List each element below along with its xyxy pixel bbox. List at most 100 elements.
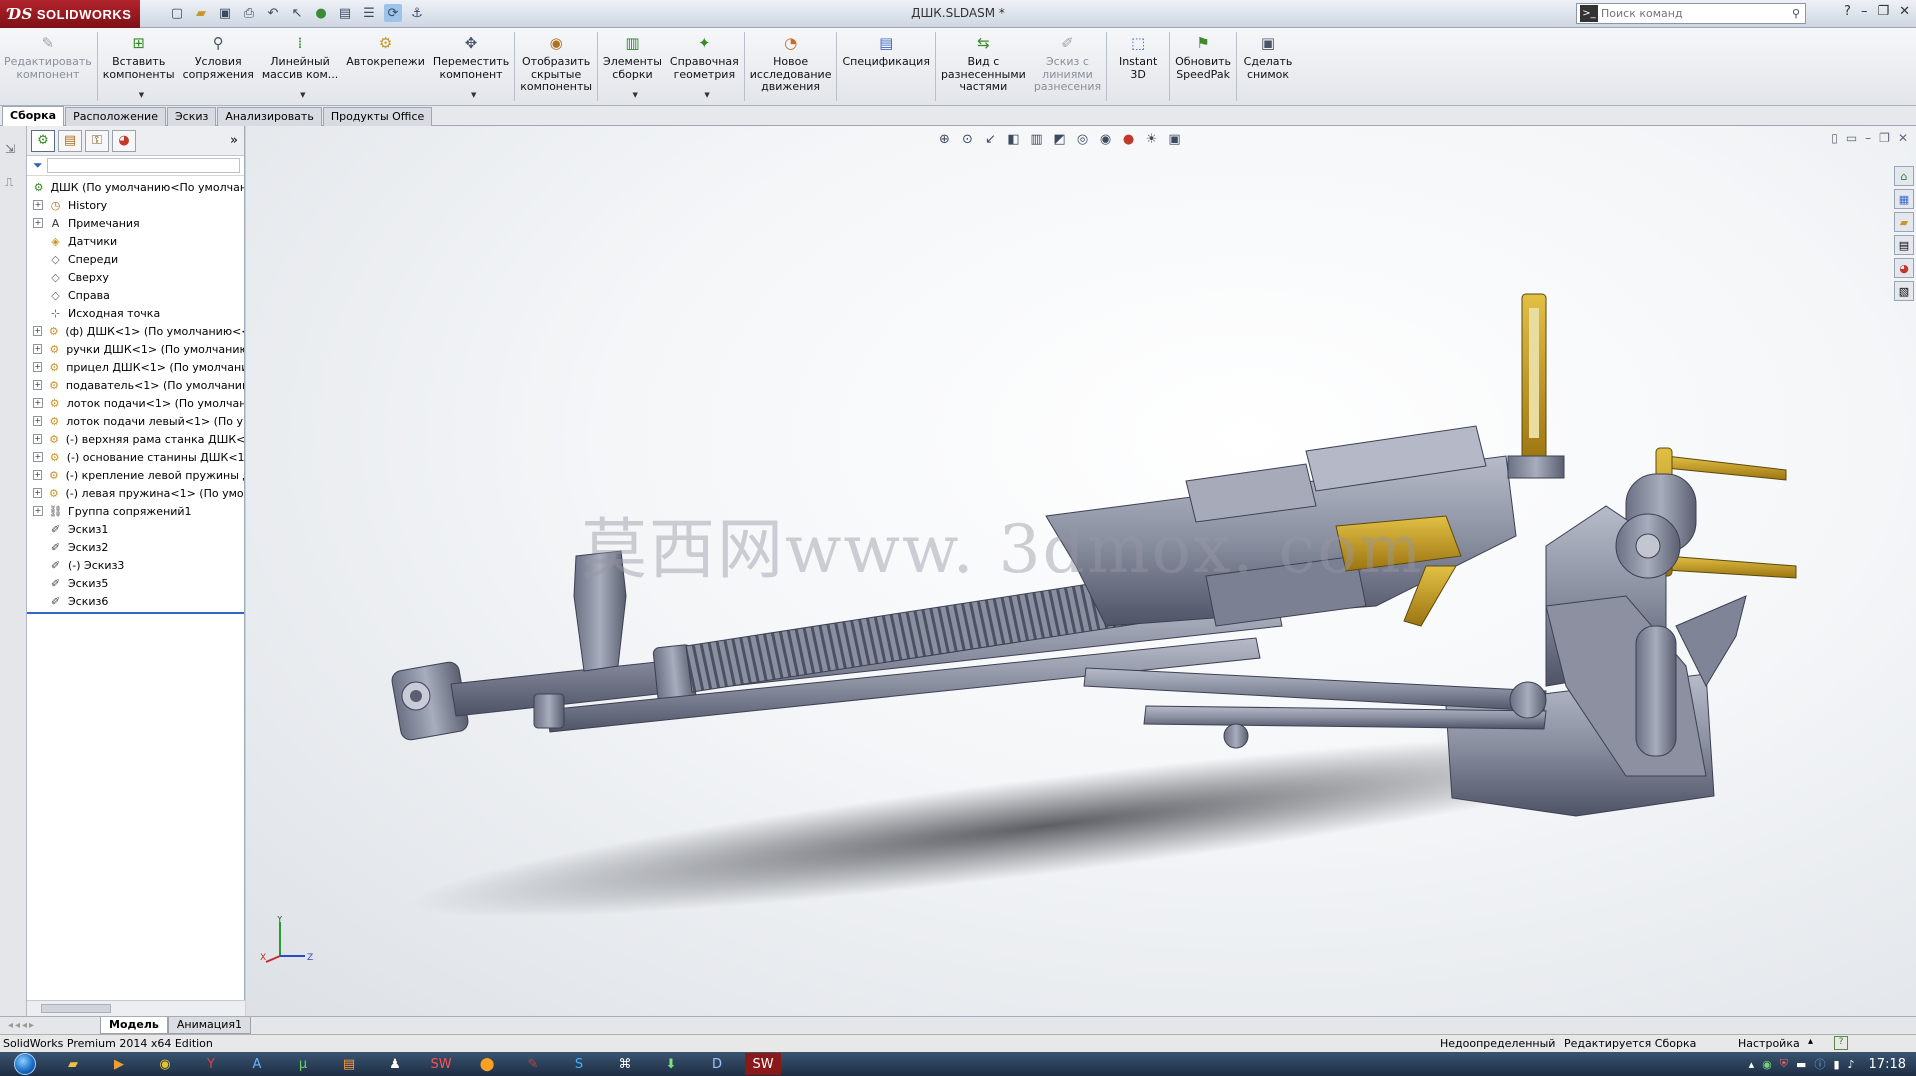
anchor-icon[interactable]: ⚓ — [408, 4, 426, 22]
yandex-taskbar-icon[interactable]: Y — [193, 1053, 229, 1075]
expand-icon[interactable]: + — [33, 470, 43, 480]
tray-expand-icon[interactable]: ▴ — [1749, 1058, 1755, 1071]
section-view-icon[interactable]: ◧ — [1005, 132, 1022, 147]
dropdown-arrow-icon[interactable]: ▼ — [704, 89, 709, 102]
tree-item[interactable]: + ⚙ прицел ДШК<1> (По умолчанию — [27, 358, 244, 376]
expand-icon[interactable]: + — [33, 218, 43, 228]
dropdown-arrow-icon[interactable]: ▼ — [300, 89, 305, 102]
tree-item[interactable]: + A Примечания — [27, 214, 244, 232]
graphics-area[interactable]: 莫西网www. 3dmox. com ⊕ ⊙ ↙ ◧ ▥ ◩ ◎ ◉ ● ☀ ▣… — [246, 126, 1916, 1016]
ribbon-button-insert-components[interactable]: ⊞ Вставить компоненты ▼ — [99, 28, 179, 105]
expand-icon[interactable]: + — [33, 506, 43, 516]
explorer-taskbar-icon[interactable]: ▰ — [55, 1053, 91, 1075]
expand-icon[interactable]: + — [33, 416, 43, 426]
expand-icon[interactable]: + — [33, 452, 43, 462]
tray-app-icon[interactable]: ◉ — [1762, 1058, 1772, 1071]
tile-horizontal-icon[interactable]: ▯ — [1831, 131, 1838, 145]
units-arrow-icon[interactable]: ▴ — [1808, 1036, 1813, 1047]
dropdown-arrow-icon[interactable]: ▼ — [139, 89, 144, 102]
tab-scroll-arrows-icon[interactable]: ◂◂◂▸ — [0, 1020, 100, 1031]
status-help-icon[interactable]: ? — [1834, 1036, 1848, 1050]
ribbon-button-exploded-view[interactable]: ⇆ Вид с разнесенными частями — [937, 28, 1030, 105]
daemon-taskbar-icon[interactable]: D — [699, 1053, 735, 1075]
user-taskbar-icon[interactable]: ♟ — [377, 1053, 413, 1075]
tree-item[interactable]: ✐ Эскиз6 — [27, 592, 244, 610]
ribbon-button-edit-component[interactable]: ✎ Редактировать компонент — [0, 28, 96, 105]
ribbon-button-show-hidden[interactable]: ◉ Отобразить скрытые компоненты — [516, 28, 596, 105]
tray-language-icon[interactable]: ▬ — [1796, 1058, 1806, 1071]
custom-properties-icon[interactable]: ▧ — [1894, 281, 1914, 301]
tree-item[interactable]: ✐ (-) Эскиз3 — [27, 556, 244, 574]
view-settings-icon[interactable]: ▣ — [1166, 132, 1183, 147]
new-document-icon[interactable]: ▢ — [168, 4, 186, 22]
tree-item[interactable]: + ⚙ подаватель<1> (По умолчанию< — [27, 376, 244, 394]
tree-item[interactable]: + ⛓ Группа сопряжений1 — [27, 502, 244, 520]
doc-restore-icon[interactable]: ❐ — [1879, 131, 1890, 145]
ribbon-button-explode-line-sketch[interactable]: ✐ Эскиз с линиями разнесения — [1030, 28, 1105, 105]
tree-item[interactable]: ✐ Эскиз2 — [27, 538, 244, 556]
restore-icon[interactable]: ❐ — [1877, 4, 1889, 19]
rollback-bar[interactable] — [27, 612, 244, 614]
tree-item[interactable]: + ⚙ (-) левая пружина<1> (По умолча — [27, 484, 244, 502]
tray-info-icon[interactable]: ⓘ — [1814, 1056, 1825, 1072]
tree-item[interactable]: ◇ Спереди — [27, 250, 244, 268]
units-custom[interactable]: Настройка — [1738, 1037, 1800, 1050]
bottom-tab-1[interactable]: Модель — [100, 1017, 168, 1034]
expand-icon[interactable]: + — [33, 344, 43, 354]
command-search[interactable]: >_ ⚲ — [1576, 3, 1806, 24]
tray-network-icon[interactable]: ▮ — [1833, 1058, 1839, 1071]
help-icon[interactable]: ? — [1844, 4, 1851, 19]
select-arrow-icon[interactable]: ↖ — [288, 4, 306, 22]
media-player-taskbar-icon[interactable]: ▶ — [101, 1053, 137, 1075]
tree-item[interactable]: + ◷ History — [27, 196, 244, 214]
doc-minimize-icon[interactable]: – — [1865, 131, 1871, 145]
options-icon[interactable]: ☰ — [360, 4, 378, 22]
open-folder-icon[interactable]: ▰ — [192, 4, 210, 22]
tab-3[interactable]: Эскиз — [166, 107, 217, 126]
dynamic-annotation-icon[interactable]: ▥ — [1028, 132, 1045, 147]
skype-taskbar-icon[interactable]: S — [561, 1053, 597, 1075]
ribbon-button-smart-fasteners[interactable]: ⚙ Автокрепежи — [342, 28, 429, 105]
tree-item[interactable]: ◈ Датчики — [27, 232, 244, 250]
tree-item[interactable]: ◇ Справа — [27, 286, 244, 304]
display-manager-tab-icon[interactable]: ◕ — [112, 129, 136, 152]
tree-item[interactable]: + ⚙ (ф) ДШК<1> (По умолчанию<<По — [27, 322, 244, 340]
tree-root[interactable]: ⚙ ДШК (По умолчанию<По умолчанию — [27, 178, 244, 196]
tab-1[interactable]: Сборка — [2, 106, 65, 126]
tree-item[interactable]: ⊹ Исходная точка — [27, 304, 244, 322]
zoom-to-area-icon[interactable]: ⊙ — [959, 132, 976, 147]
file-properties-icon[interactable]: ▤ — [336, 4, 354, 22]
expand-icon[interactable]: + — [33, 362, 43, 372]
configuration-manager-tab-icon[interactable]: ⚿ — [85, 129, 109, 152]
notes-taskbar-icon[interactable]: ▤ — [331, 1053, 367, 1075]
tree-filter-input[interactable] — [46, 158, 240, 173]
ribbon-button-motion-study[interactable]: ◔ Новое исследование движения — [746, 28, 836, 105]
utorrent-taskbar-icon[interactable]: µ — [285, 1053, 321, 1075]
zoom-to-fit-icon[interactable]: ⊕ — [936, 132, 953, 147]
file-explorer-icon[interactable]: ▰ — [1894, 212, 1914, 232]
tab-5[interactable]: Продукты Office — [322, 107, 433, 126]
rebuild-icon[interactable]: ● — [312, 4, 330, 22]
save-icon[interactable]: ▣ — [216, 4, 234, 22]
bottom-tab-2[interactable]: Анимация1 — [167, 1017, 252, 1034]
start-button[interactable] — [0, 1052, 50, 1076]
solidworks-logo[interactable]: ƊS SOLIDWORKS — [0, 0, 140, 28]
ribbon-button-mate[interactable]: ⚲ Условия сопряжения — [179, 28, 258, 105]
expand-panel-icon[interactable]: » — [230, 133, 238, 148]
tree-item[interactable]: + ⚙ лоток подачи<1> (По умолчани — [27, 394, 244, 412]
solidworks-taskbar-icon-2[interactable]: SW — [745, 1053, 781, 1075]
expand-icon[interactable]: + — [33, 434, 43, 444]
ribbon-button-move-component[interactable]: ✥ Переместить компонент ▼ — [429, 28, 513, 105]
tray-volume-icon[interactable]: ♪ — [1848, 1058, 1855, 1071]
ribbon-button-assembly-features[interactable]: ▥ Элементы сборки ▼ — [599, 28, 666, 105]
apply-scene-icon[interactable]: ☀ — [1143, 132, 1160, 147]
avast-taskbar-icon[interactable]: ⬤ — [469, 1053, 505, 1075]
ribbon-button-reference-geometry[interactable]: ✦ Справочная геометрия ▼ — [666, 28, 743, 105]
ribbon-button-speedpak[interactable]: ⚑ Обновить SpeedPak — [1171, 28, 1235, 105]
sketch-tool-icon[interactable]: ⎍ — [5, 175, 22, 192]
refresh-icon[interactable]: ⟳ — [384, 4, 402, 22]
minimize-icon[interactable]: – — [1861, 4, 1868, 19]
network-taskbar-icon[interactable]: ⌘ — [607, 1053, 643, 1075]
expand-icon[interactable]: + — [33, 200, 43, 210]
taskbar-clock[interactable]: 17:18 — [1869, 1057, 1906, 1072]
